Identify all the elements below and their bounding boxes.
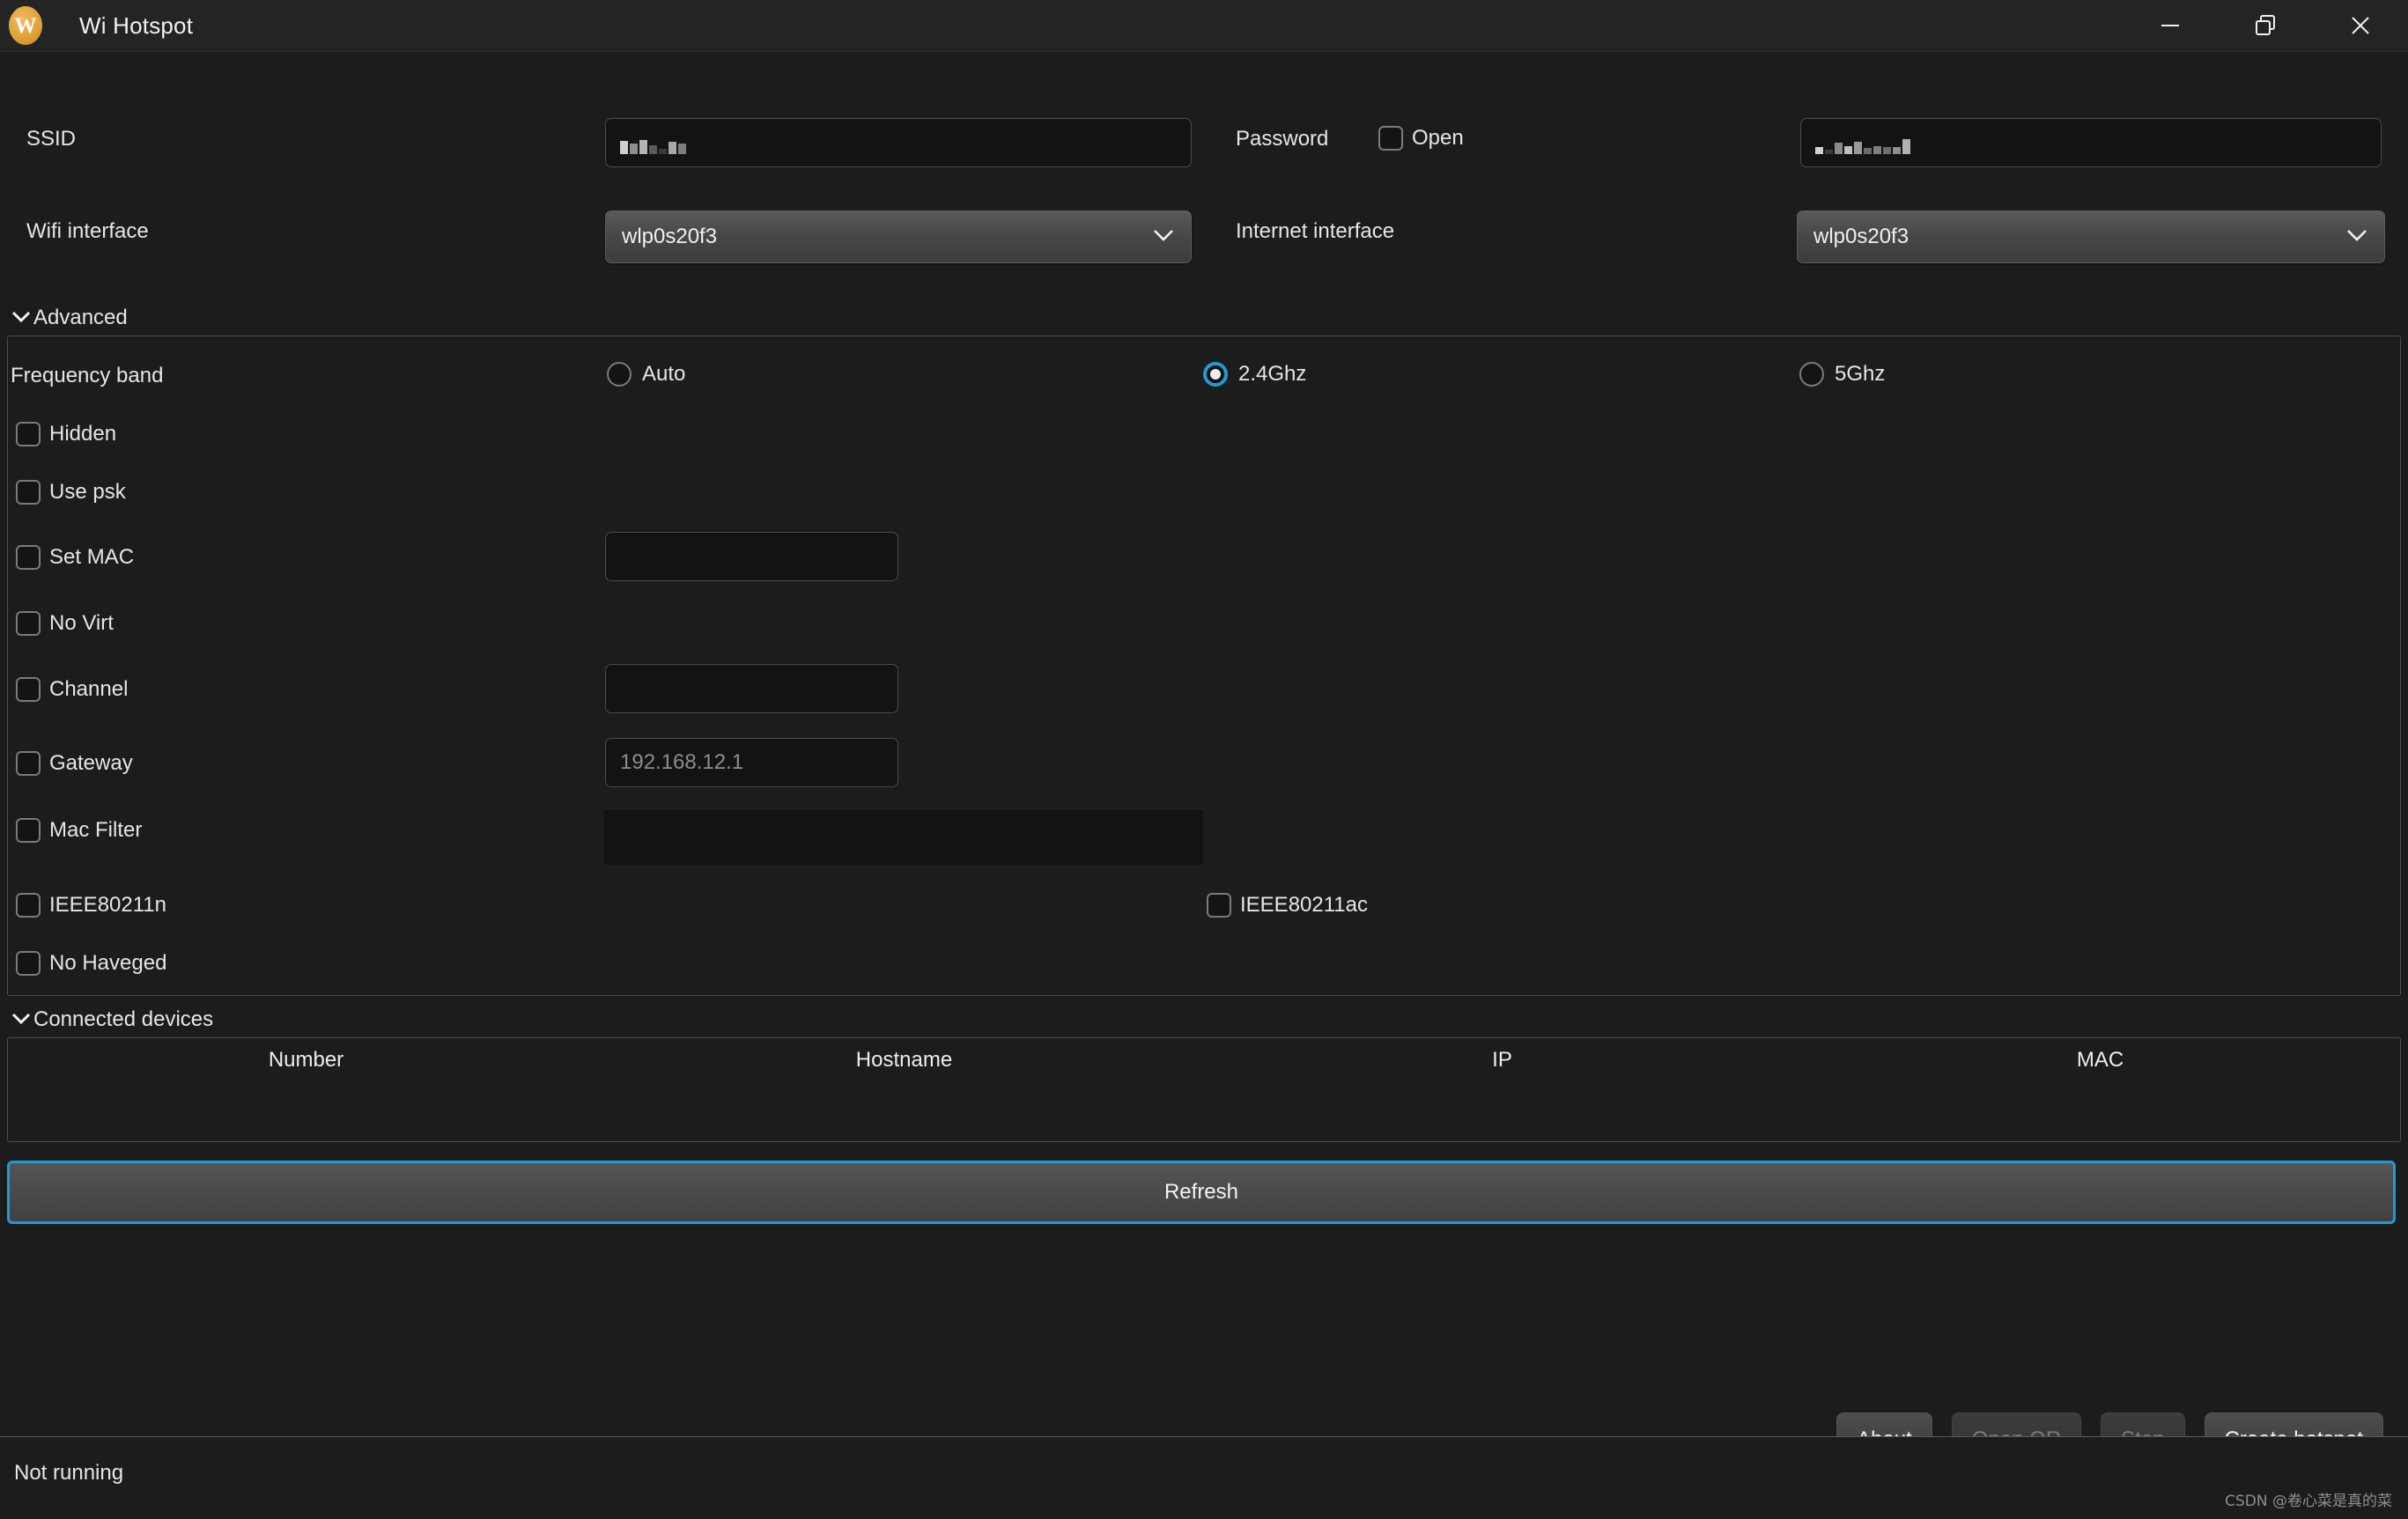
password-input[interactable]	[1800, 118, 2382, 167]
gateway-placeholder: 192.168.12.1	[620, 750, 744, 774]
column-header-hostname: Hostname	[855, 1048, 953, 1072]
radio-5ghz-icon[interactable]	[1799, 362, 1824, 387]
set-mac-label: Set MAC	[49, 545, 135, 569]
column-header-mac: MAC	[2076, 1048, 2124, 1072]
mac-filter-input[interactable]	[604, 810, 1203, 865]
no-virt-label: No Virt	[49, 611, 114, 635]
set-mac-checkbox[interactable]	[16, 545, 41, 570]
ieee80211n-checkbox-row[interactable]: IEEE80211n	[16, 893, 166, 918]
ieee80211ac-label: IEEE80211ac	[1240, 893, 1368, 917]
use-psk-label: Use psk	[49, 480, 126, 504]
title-bar: W Wi Hotspot	[0, 0, 2408, 52]
ieee80211n-label: IEEE80211n	[49, 893, 166, 917]
open-label: Open	[1412, 126, 1464, 150]
ieee80211ac-checkbox[interactable]	[1207, 893, 1231, 918]
chevron-down-icon	[11, 1011, 32, 1029]
app-logo-icon: W	[9, 6, 42, 45]
close-icon[interactable]	[2313, 0, 2408, 51]
password-redacted-value	[1815, 131, 1910, 154]
wifi-interface-label: Wifi interface	[26, 219, 149, 243]
column-header-number: Number	[268, 1048, 344, 1072]
advanced-section-toggle[interactable]: Advanced	[11, 306, 128, 330]
window-title: Wi Hotspot	[79, 11, 194, 39]
no-haveged-label: No Haveged	[49, 951, 167, 975]
ssid-input[interactable]	[605, 118, 1192, 167]
connected-devices-section-label: Connected devices	[33, 1007, 214, 1031]
frequency-band-label-wrap: Frequency band	[11, 364, 163, 388]
window-controls	[2123, 0, 2408, 51]
chevron-down-icon	[2345, 227, 2368, 247]
no-virt-checkbox-row[interactable]: No Virt	[16, 611, 114, 636]
open-checkbox[interactable]	[1378, 126, 1403, 151]
channel-input[interactable]	[605, 664, 898, 713]
advanced-section-label: Advanced	[33, 306, 128, 329]
hidden-checkbox-row[interactable]: Hidden	[16, 422, 116, 446]
password-label: Password	[1236, 127, 1329, 151]
set-mac-input[interactable]	[605, 532, 898, 581]
wifi-interface-select[interactable]: wlp0s20f3	[605, 210, 1192, 263]
mac-filter-label: Mac Filter	[49, 818, 143, 842]
frequency-option-5ghz-label: 5Ghz	[1835, 362, 1886, 386]
gateway-label: Gateway	[49, 751, 133, 775]
channel-checkbox-row[interactable]: Channel	[16, 677, 128, 702]
ssid-redacted-value	[620, 131, 686, 154]
gateway-checkbox[interactable]	[16, 751, 41, 776]
chevron-down-icon	[1152, 227, 1175, 247]
ieee80211ac-checkbox-row[interactable]: IEEE80211ac	[1207, 893, 1368, 918]
use-psk-checkbox[interactable]	[16, 480, 41, 505]
frequency-option-auto-label: Auto	[642, 362, 686, 386]
mac-filter-checkbox-row[interactable]: Mac Filter	[16, 818, 142, 843]
no-haveged-checkbox[interactable]	[16, 951, 41, 976]
connected-devices-table-header: Number Hostname IP MAC	[7, 1048, 2401, 1073]
chevron-down-icon	[11, 309, 32, 327]
connected-devices-section-toggle[interactable]: Connected devices	[11, 1007, 213, 1032]
frequency-option-auto[interactable]: Auto	[607, 362, 685, 387]
ssid-label-wrap: SSID	[26, 127, 76, 151]
advanced-panel	[7, 336, 2401, 996]
internet-interface-select[interactable]: wlp0s20f3	[1797, 210, 2385, 263]
ssid-label: SSID	[26, 127, 77, 151]
status-bar: Not running CSDN @卷心菜是真的菜	[0, 1436, 2408, 1519]
frequency-option-24ghz[interactable]: 2.4Ghz	[1203, 362, 1306, 387]
hidden-checkbox[interactable]	[16, 422, 41, 446]
no-virt-checkbox[interactable]	[16, 611, 41, 636]
gateway-checkbox-row[interactable]: Gateway	[16, 751, 133, 776]
no-haveged-checkbox-row[interactable]: No Haveged	[16, 951, 166, 976]
refresh-button[interactable]: Refresh	[7, 1161, 2396, 1224]
watermark: CSDN @卷心菜是真的菜	[2225, 1493, 2392, 1510]
frequency-band-label: Frequency band	[11, 364, 164, 387]
internet-interface-label: Internet interface	[1236, 219, 1395, 243]
set-mac-checkbox-row[interactable]: Set MAC	[16, 545, 134, 570]
radio-auto-icon[interactable]	[607, 362, 632, 387]
frequency-option-5ghz[interactable]: 5Ghz	[1799, 362, 1885, 387]
password-label-wrap: Password	[1236, 127, 1328, 151]
wifi-interface-value: wlp0s20f3	[622, 225, 718, 248]
use-psk-checkbox-row[interactable]: Use psk	[16, 480, 126, 505]
mac-filter-checkbox[interactable]	[16, 818, 41, 843]
channel-checkbox[interactable]	[16, 677, 41, 702]
wifi-interface-label-wrap: Wifi interface	[26, 219, 149, 244]
gateway-input[interactable]: 192.168.12.1	[605, 738, 898, 787]
radio-24ghz-icon[interactable]	[1203, 362, 1228, 387]
minimize-icon[interactable]	[2123, 0, 2218, 51]
status-text: Not running	[14, 1461, 124, 1485]
restore-icon[interactable]	[2218, 0, 2313, 51]
internet-interface-label-wrap: Internet interface	[1236, 219, 1394, 244]
channel-label: Channel	[49, 677, 129, 701]
frequency-option-24ghz-label: 2.4Ghz	[1238, 362, 1307, 386]
column-header-ip: IP	[1492, 1048, 1512, 1072]
ieee80211n-checkbox[interactable]	[16, 893, 41, 918]
main-content: SSID Password Open Wifi interface wlp0s2…	[0, 52, 2408, 1519]
internet-interface-value: wlp0s20f3	[1813, 225, 1909, 248]
hidden-label: Hidden	[49, 422, 117, 446]
open-checkbox-row[interactable]: Open	[1378, 126, 1464, 151]
